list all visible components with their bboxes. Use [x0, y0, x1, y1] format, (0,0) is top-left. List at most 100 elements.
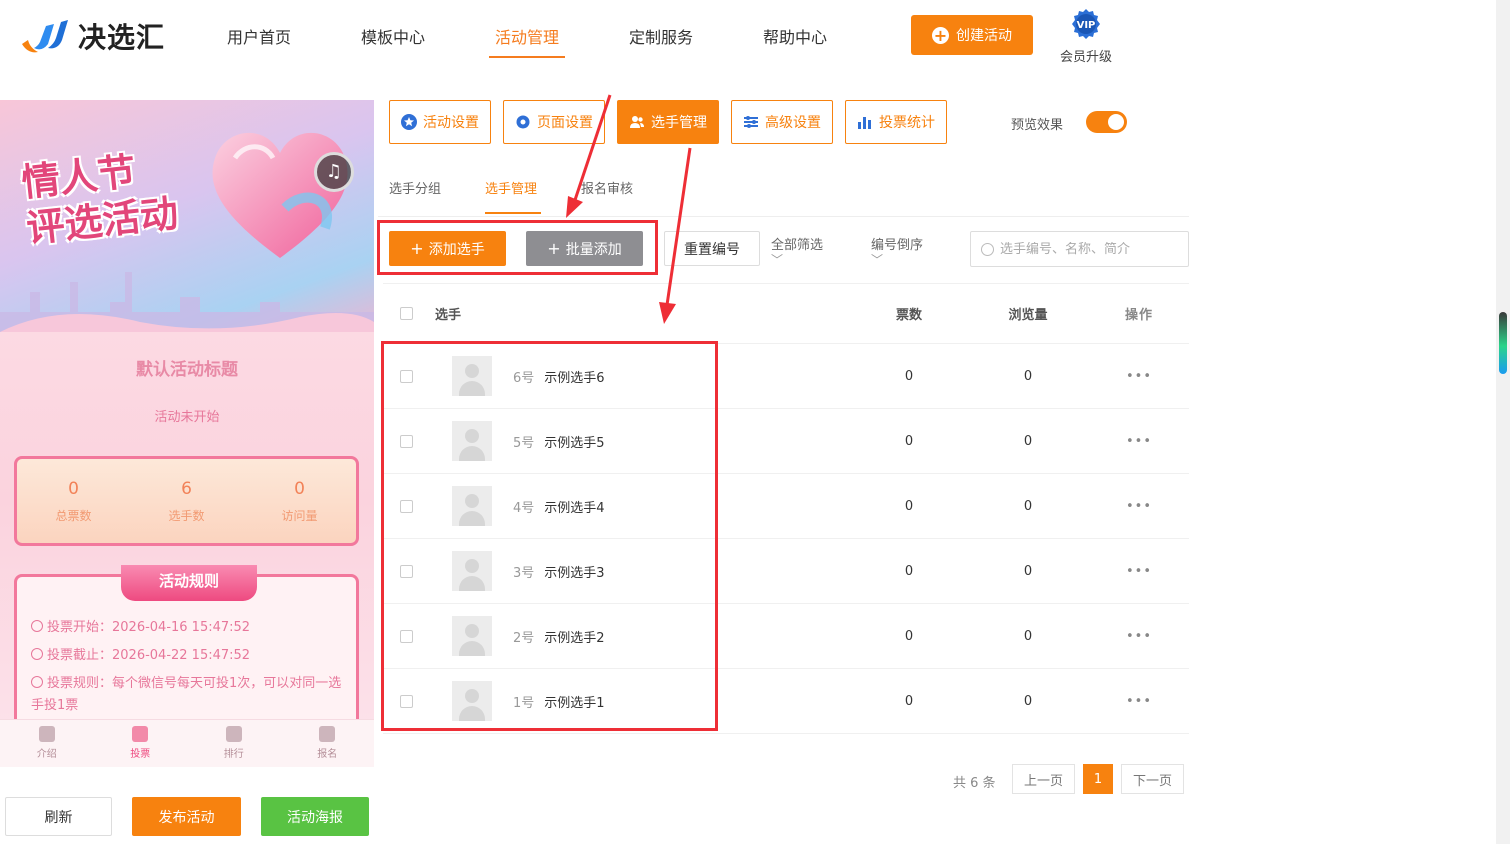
create-activity-button[interactable]: + 创建活动	[911, 15, 1033, 55]
more-actions-icon[interactable]: •••	[1116, 564, 1162, 579]
table-header: 选手 票数 浏览量 操作	[383, 283, 1189, 344]
vip-badge-icon: VIP	[1072, 9, 1100, 39]
subtab-signup-review[interactable]: 报名审核	[581, 178, 633, 197]
vote-count: 0	[904, 693, 914, 709]
vip-upgrade[interactable]: VIP 会员升级	[1056, 8, 1116, 65]
vote-statistics-button[interactable]: 投票统计	[845, 100, 947, 144]
select-all-checkbox[interactable]	[400, 307, 413, 320]
advanced-settings-button[interactable]: 高级设置	[731, 100, 833, 144]
pagination-total: 共 6 条	[953, 776, 996, 791]
subtab-player-management[interactable]: 选手管理	[485, 178, 537, 197]
ranking-icon	[225, 726, 242, 742]
chevron-down-icon: ﹀	[871, 253, 884, 267]
sort-dropdown[interactable]: 编号倒序 ﹀	[871, 234, 923, 268]
vip-upgrade-label: 会员升级	[1059, 50, 1112, 65]
info-icon	[31, 676, 43, 688]
vote-count: 0	[904, 433, 914, 449]
brand-name: 决选汇	[78, 21, 166, 54]
rule-vote-start: 投票开始：2026-04-16 15:47:52	[31, 617, 351, 639]
rule-vote-end: 投票截止：2026-04-22 15:47:52	[31, 645, 351, 667]
activity-status: 活动未开始	[154, 410, 220, 425]
tab-label: 报名	[317, 749, 338, 760]
music-icon[interactable]: ♫	[314, 152, 354, 192]
search-icon	[981, 242, 994, 256]
chevron-down-icon: ﹀	[771, 253, 784, 267]
annotation-box-player-list	[381, 341, 718, 731]
stat-visits: 0 访问量	[243, 459, 356, 543]
view-count: 0	[1023, 628, 1033, 644]
tab-label: 介绍	[36, 749, 57, 760]
settings-button-label: 活动设置	[423, 115, 479, 131]
filter-all-dropdown[interactable]: 全部筛选 ﹀	[771, 234, 823, 268]
preview-tab-ranking[interactable]: 排行	[187, 720, 281, 767]
sliders-icon	[744, 116, 758, 128]
preview-tab-intro[interactable]: 介绍	[0, 720, 94, 767]
preview-tabbar: 介绍 投票 排行 报名	[0, 719, 374, 767]
nav-template-center[interactable]: 模板中心	[361, 24, 425, 58]
page-settings-button[interactable]: 页面设置	[503, 100, 605, 144]
create-activity-label: 创建活动	[956, 28, 1012, 44]
header-views: 浏览量	[1008, 308, 1048, 323]
more-actions-icon[interactable]: •••	[1116, 694, 1162, 709]
prev-page-button[interactable]: 上一页	[1012, 764, 1075, 794]
page-1-button[interactable]: 1	[1083, 764, 1113, 794]
refresh-button[interactable]: 刷新	[5, 797, 112, 836]
publish-activity-button[interactable]: 发布活动	[132, 797, 241, 836]
city-skyline-icon	[0, 272, 374, 332]
preview-effect-toggle[interactable]	[1086, 111, 1127, 133]
player-management-button[interactable]: 选手管理	[617, 100, 719, 144]
heart-balloon-icon	[212, 132, 348, 258]
more-actions-icon[interactable]: •••	[1116, 499, 1162, 514]
settings-button-label: 高级设置	[765, 115, 821, 131]
nav-custom-service[interactable]: 定制服务	[629, 24, 693, 58]
next-page-button[interactable]: 下一页	[1121, 764, 1184, 794]
preview-banner: 情人节 评选活动 ♫	[0, 100, 374, 332]
vote-count: 0	[904, 628, 914, 644]
stat-player-count: 6 选手数	[130, 459, 243, 543]
tab-label: 排行	[223, 749, 244, 760]
gear-icon	[516, 115, 530, 129]
more-actions-icon[interactable]: •••	[1116, 369, 1162, 384]
vote-count: 0	[904, 563, 914, 579]
header-player: 选手	[435, 308, 462, 323]
brand-logo[interactable]: 决选汇	[18, 14, 178, 58]
stat-value: 0	[294, 479, 305, 499]
intro-icon	[38, 726, 55, 742]
settings-button-label: 投票统计	[879, 115, 935, 131]
nav-activity-management[interactable]: 活动管理	[489, 24, 566, 58]
view-count: 0	[1023, 498, 1033, 514]
activity-poster-button[interactable]: 活动海报	[261, 797, 369, 836]
preview-tab-signup[interactable]: 报名	[281, 720, 375, 767]
nav-help-center[interactable]: 帮助中心	[763, 24, 827, 58]
search-input[interactable]	[1000, 241, 1180, 257]
more-actions-icon[interactable]: •••	[1116, 434, 1162, 449]
activity-rules: 活动规则 投票开始：2026-04-16 15:47:52 投票截止：2026-…	[14, 565, 359, 734]
page-scrollbar[interactable]	[1496, 0, 1510, 844]
view-count: 0	[1023, 433, 1033, 449]
more-actions-icon[interactable]: •••	[1116, 629, 1162, 644]
activity-stats: 0 总票数 6 选手数 0 访问量	[14, 456, 359, 546]
nav-user-home[interactable]: 用户首页	[227, 24, 291, 58]
vote-count: 0	[904, 368, 914, 384]
preview-tab-vote[interactable]: 投票	[94, 720, 188, 767]
bar-chart-icon	[858, 117, 871, 129]
activity-settings-button[interactable]: 活动设置	[389, 100, 491, 144]
banner-title: 情人节 评选活动	[20, 144, 181, 251]
rule-text: 投票规则：每个微信号每天可投1次，可以对同一选手投1票	[31, 676, 342, 713]
settings-button-label: 页面设置	[537, 115, 593, 131]
player-search[interactable]	[970, 231, 1189, 267]
reset-numbering-button[interactable]: 重置编号	[664, 231, 760, 266]
view-count: 0	[1023, 563, 1033, 579]
users-icon	[630, 116, 644, 128]
plus-circle-icon: +	[932, 25, 949, 45]
stat-value: 6	[181, 479, 192, 499]
stat-label: 访问量	[281, 509, 318, 523]
header-votes: 票数	[895, 308, 922, 323]
activity-title: 默认活动标题	[136, 360, 238, 380]
scrollbar-thumb[interactable]	[1499, 312, 1507, 374]
signup-icon	[319, 726, 336, 742]
subtab-player-groups[interactable]: 选手分组	[389, 178, 441, 197]
stat-value: 0	[68, 479, 79, 499]
stat-total-votes: 0 总票数	[17, 459, 130, 543]
top-header: 决选汇 用户首页 模板中心 活动管理 定制服务 帮助中心 + 创建活动 VIP …	[0, 0, 1496, 72]
